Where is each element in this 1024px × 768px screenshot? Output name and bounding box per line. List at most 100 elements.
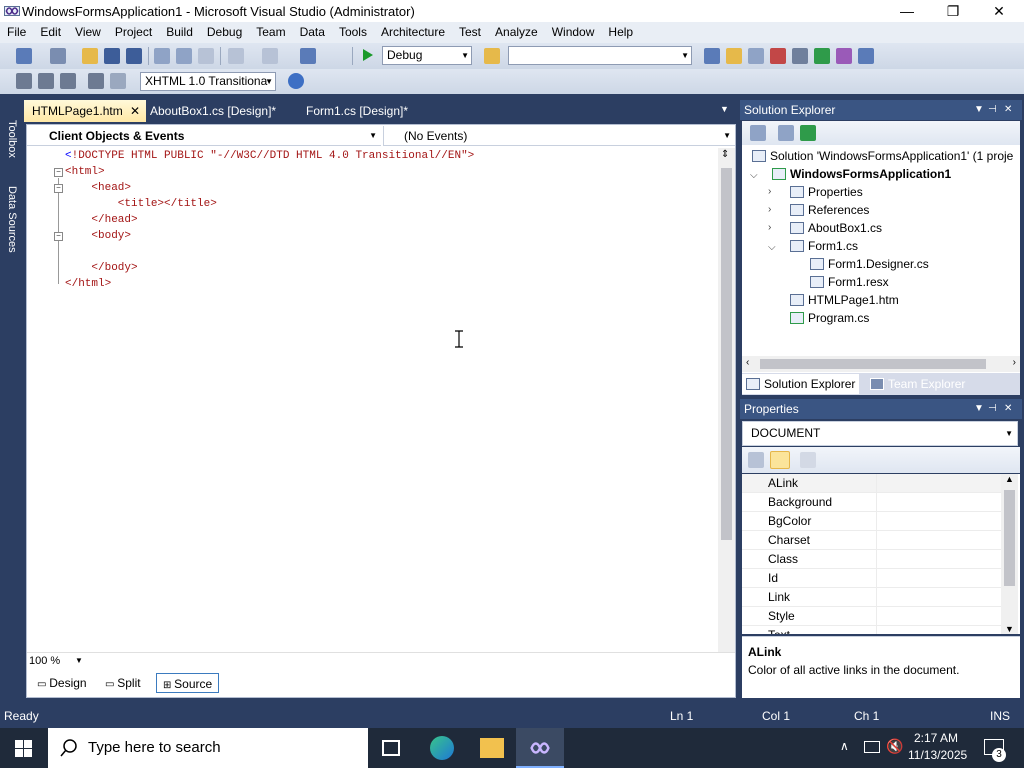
doctype-combo[interactable]: XHTML 1.0 Transitiona ▼ <box>140 72 276 91</box>
scroll-right-icon[interactable]: › <box>1013 357 1016 368</box>
tab-team-explorer[interactable]: Team Explorer <box>866 374 969 394</box>
property-value[interactable] <box>876 569 1002 588</box>
close-icon[interactable]: ✕ <box>1004 100 1012 120</box>
split-handle-icon[interactable]: ⇕ <box>721 149 729 160</box>
design-view-button[interactable]: ▭ Design <box>31 673 93 693</box>
client-objects-combo[interactable]: Client Objects & Events ▼ <box>27 126 381 146</box>
refresh-icon[interactable] <box>800 125 816 141</box>
close-tab-icon[interactable]: ✕ <box>130 104 140 118</box>
property-row[interactable]: Style <box>742 607 1002 626</box>
tree-item-form1-designer[interactable]: Form1.Designer.cs <box>810 255 929 273</box>
tab-solution-explorer[interactable]: Solution Explorer <box>742 374 860 394</box>
find-in-files-icon[interactable] <box>484 48 500 64</box>
show-all-files-icon[interactable] <box>778 125 794 141</box>
scrollbar-thumb[interactable] <box>1004 490 1015 586</box>
save-all-icon[interactable] <box>126 48 142 64</box>
tree-item-solution[interactable]: Solution 'WindowsFormsApplication1' (1 p… <box>752 147 1013 165</box>
clock-date[interactable]: 11/13/2025 <box>908 748 967 762</box>
property-value[interactable] <box>876 607 1002 626</box>
toolbox-tab[interactable]: Toolbox <box>2 120 18 158</box>
find-combo[interactable]: ▼ <box>508 46 692 65</box>
indent-icon[interactable] <box>38 73 54 89</box>
uncomment-icon[interactable] <box>110 73 126 89</box>
menu-help[interactable]: Help <box>601 22 640 43</box>
events-combo[interactable]: (No Events) ▼ <box>383 126 735 146</box>
collapsed-arrow-icon[interactable]: › <box>768 186 771 197</box>
tree-item-program[interactable]: Program.cs <box>790 309 869 327</box>
open-file-icon[interactable] <box>82 48 98 64</box>
comment-icon[interactable] <box>88 73 104 89</box>
chevron-up-icon[interactable]: ∧ <box>840 739 849 753</box>
browser-check-icon[interactable] <box>288 73 304 89</box>
property-pages-icon[interactable] <box>800 452 816 468</box>
property-row[interactable]: Link <box>742 588 1002 607</box>
property-row[interactable]: Charset <box>742 531 1002 550</box>
collapsed-arrow-icon[interactable]: › <box>768 204 771 215</box>
redo-icon[interactable] <box>262 48 278 64</box>
scroll-left-icon[interactable]: ‹ <box>746 357 749 368</box>
menu-debug[interactable]: Debug <box>200 22 249 43</box>
property-row[interactable]: Text <box>742 626 1002 634</box>
outdent-icon[interactable] <box>60 73 76 89</box>
tools-icon[interactable] <box>792 48 808 64</box>
property-value[interactable] <box>876 512 1002 531</box>
property-row[interactable]: ALink <box>742 474 1002 493</box>
tab-form1-design[interactable]: Form1.cs [Design]* <box>298 100 416 122</box>
menu-view[interactable]: View <box>68 22 108 43</box>
menu-build[interactable]: Build <box>159 22 200 43</box>
volume-muted-icon[interactable]: 🔇 <box>886 738 903 755</box>
visual-studio-taskbar-button[interactable] <box>516 728 564 768</box>
solution-configuration-combo[interactable]: Debug ▼ <box>382 46 472 65</box>
solution-explorer-hscrollbar[interactable]: ‹ › <box>742 356 1020 372</box>
data-sources-tab[interactable]: Data Sources <box>2 186 18 253</box>
tree-item-form1-resx[interactable]: Form1.resx <box>810 273 889 291</box>
pin-icon[interactable]: ⊣ <box>988 100 997 120</box>
close-icon[interactable]: ✕ <box>1004 399 1012 419</box>
tab-list-dropdown-icon[interactable]: ▼ <box>720 104 729 114</box>
property-row[interactable]: BgColor <box>742 512 1002 531</box>
start-debugging-icon[interactable] <box>362 48 374 62</box>
taskbar-search-box[interactable]: Type here to search <box>48 728 368 768</box>
windows-start-icon[interactable] <box>15 740 32 757</box>
scrollbar-thumb[interactable] <box>760 359 986 369</box>
network-icon[interactable] <box>864 741 880 753</box>
property-row[interactable]: Class <box>742 550 1002 569</box>
chevron-down-icon[interactable]: ▼ <box>75 656 83 665</box>
scroll-up-icon[interactable]: ▲ <box>1005 474 1014 484</box>
property-value[interactable] <box>876 626 1002 634</box>
maximize-button[interactable]: ❐ <box>930 0 976 22</box>
new-project-icon[interactable] <box>16 48 32 64</box>
menu-test[interactable]: Test <box>452 22 488 43</box>
menu-file[interactable]: File <box>0 22 33 43</box>
menu-tools[interactable]: Tools <box>332 22 374 43</box>
menu-window[interactable]: Window <box>545 22 602 43</box>
pin-icon[interactable]: ⊣ <box>988 399 997 419</box>
tree-item-project[interactable]: WindowsFormsApplication1 <box>772 165 951 183</box>
categorized-icon[interactable] <box>748 452 764 468</box>
object-browser-icon[interactable] <box>748 48 764 64</box>
add-item-icon[interactable] <box>50 48 66 64</box>
paste-icon[interactable] <box>198 48 214 64</box>
expanded-arrow-icon[interactable]: ⌵ <box>768 242 776 253</box>
property-value[interactable] <box>876 531 1002 550</box>
fold-toggle-icon[interactable]: − <box>54 232 63 241</box>
edge-browser-icon[interactable] <box>430 736 454 760</box>
chevron-down-icon[interactable]: ▼ <box>974 100 984 120</box>
cut-icon[interactable] <box>154 48 170 64</box>
undo-icon[interactable] <box>228 48 244 64</box>
copy-icon[interactable] <box>176 48 192 64</box>
alphabetical-icon[interactable] <box>770 451 790 469</box>
expanded-arrow-icon[interactable]: ⌵ <box>750 170 758 181</box>
properties-vscrollbar[interactable]: ▲ ▼ <box>1001 474 1018 634</box>
task-view-icon[interactable] <box>382 740 400 756</box>
scrollbar-thumb[interactable] <box>721 168 732 540</box>
property-value[interactable] <box>876 493 1002 512</box>
properties-window-icon[interactable] <box>726 48 742 64</box>
solution-explorer-icon[interactable] <box>704 48 720 64</box>
zoom-level[interactable]: 100 % <box>29 655 60 667</box>
menu-analyze[interactable]: Analyze <box>488 22 545 43</box>
navigate-backward-icon[interactable] <box>300 48 316 64</box>
property-row[interactable]: Id <box>742 569 1002 588</box>
tree-item-aboutbox1[interactable]: AboutBox1.cs <box>790 219 882 237</box>
save-icon[interactable] <box>104 48 120 64</box>
